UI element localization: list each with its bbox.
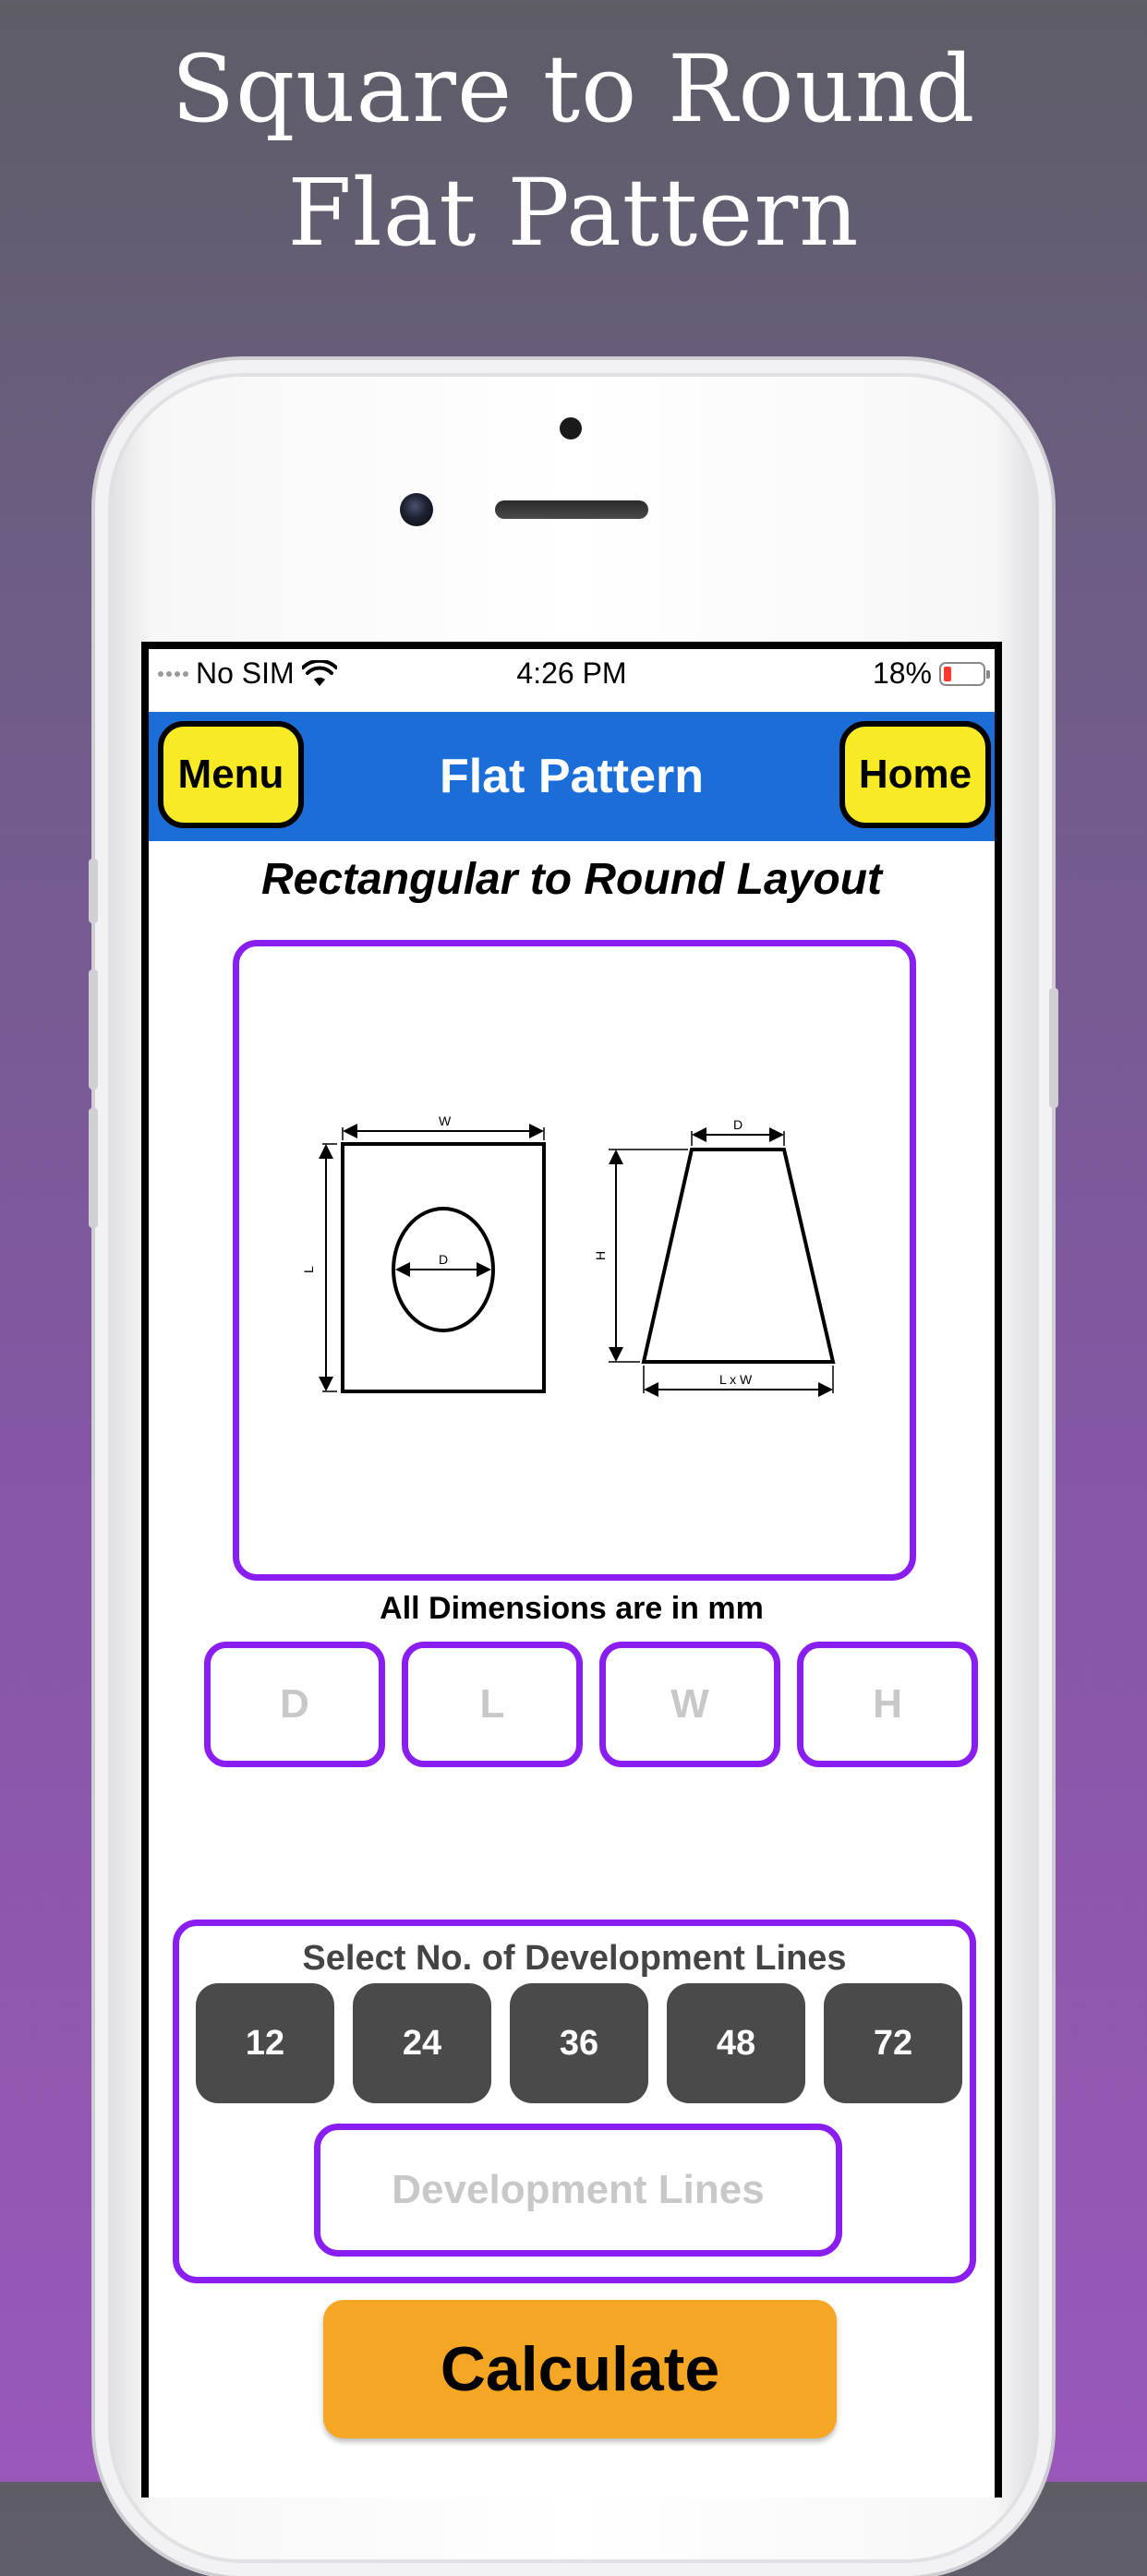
calculate-button[interactable]: Calculate xyxy=(323,2300,837,2438)
development-lines-panel: Select No. of Development Lines 12 24 36… xyxy=(173,1920,976,2283)
h-input[interactable]: H xyxy=(797,1642,978,1767)
label-w: W xyxy=(439,1113,452,1128)
plan-rectangle xyxy=(341,1142,546,1393)
diagram-drawing: W L D D H L x W xyxy=(301,1113,836,1397)
battery-icon xyxy=(939,661,990,686)
label-d-top: D xyxy=(733,1117,743,1132)
promo-line-2: Flat Pattern xyxy=(287,159,860,267)
proximity-sensor xyxy=(560,417,582,439)
promo-headline: Square to Round Flat Pattern xyxy=(0,28,1147,275)
status-bar: No SIM 4:26 PM 18% xyxy=(149,649,995,695)
label-d-circle: D xyxy=(439,1252,448,1267)
elevation-trapezoid xyxy=(641,1148,836,1364)
dev-option-36[interactable]: 36 xyxy=(510,1983,648,2103)
dimensions-note: All Dimensions are in mm xyxy=(380,1591,764,1626)
battery-percent: 18% xyxy=(872,656,932,690)
label-lxw: L x W xyxy=(719,1372,753,1387)
phone-volume-up xyxy=(89,969,98,1089)
earpiece-speaker xyxy=(495,500,648,519)
dev-option-72[interactable]: 72 xyxy=(824,1983,962,2103)
label-h: H xyxy=(593,1251,608,1260)
front-camera xyxy=(400,493,433,526)
page-heading: Rectangular to Round Layout xyxy=(261,855,882,904)
development-lines-input[interactable]: Development Lines xyxy=(314,2124,842,2257)
nav-bar: Flat Pattern Menu Home xyxy=(149,712,995,841)
phone-screen: No SIM 4:26 PM 18% Flat Pattern Menu Hom… xyxy=(141,642,1002,2498)
app-screen: No SIM 4:26 PM 18% Flat Pattern Menu Hom… xyxy=(149,649,995,2498)
phone-power-button xyxy=(1049,988,1058,1108)
development-lines-title: Select No. of Development Lines xyxy=(302,1939,847,1978)
d-input[interactable]: D xyxy=(204,1642,385,1767)
dev-option-48[interactable]: 48 xyxy=(667,1983,805,2103)
layout-diagram: W L D D H L x W xyxy=(233,940,916,1581)
dev-option-24[interactable]: 24 xyxy=(353,1983,491,2103)
status-time: 4:26 PM xyxy=(516,656,627,690)
promo-line-1: Square to Round xyxy=(171,35,976,143)
menu-button[interactable]: Menu xyxy=(158,721,304,828)
status-right: 18% xyxy=(872,656,990,691)
l-input[interactable]: L xyxy=(402,1642,583,1767)
home-button[interactable]: Home xyxy=(839,721,991,828)
phone-mute-switch xyxy=(89,859,98,923)
phone-volume-down xyxy=(89,1108,98,1228)
dev-option-12[interactable]: 12 xyxy=(196,1983,334,2103)
w-input[interactable]: W xyxy=(599,1642,780,1767)
label-l: L xyxy=(301,1266,316,1273)
